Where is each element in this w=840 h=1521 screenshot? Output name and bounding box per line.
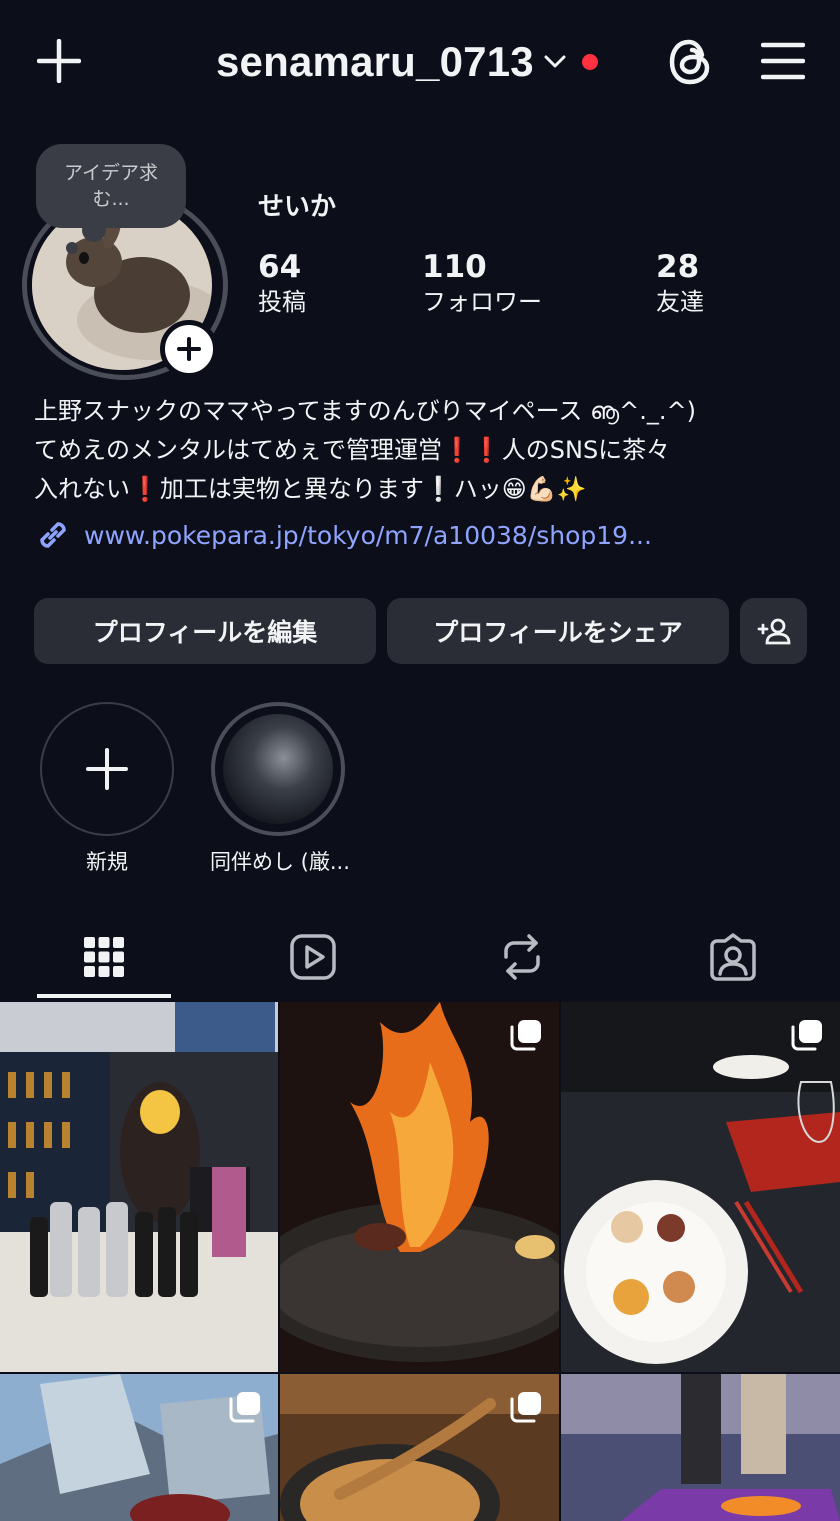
- highlight-dinner[interactable]: 同伴めし (厳...: [210, 702, 350, 876]
- threads-icon: [669, 39, 710, 85]
- post-tile[interactable]: [561, 1374, 840, 1521]
- carousel-icon: [510, 1020, 541, 1051]
- website-link[interactable]: www.pokepara.jp/tokyo/m7/a10038/shop19..…: [34, 516, 652, 554]
- add-person-icon: [757, 618, 790, 645]
- add-story-button[interactable]: [160, 320, 218, 378]
- followers-count: 110: [422, 249, 487, 285]
- post-tile[interactable]: [0, 1002, 278, 1372]
- post-tile[interactable]: [280, 1374, 559, 1521]
- tab-reposts[interactable]: [455, 918, 589, 996]
- grid-icon: [84, 937, 124, 977]
- plus-icon: [37, 39, 81, 83]
- post-image: [561, 1374, 840, 1521]
- tagged-user-icon: [710, 933, 756, 981]
- highlight-thumbnail: [223, 714, 333, 824]
- highlight-new[interactable]: 新規: [39, 702, 175, 876]
- tab-tagged[interactable]: [666, 918, 800, 996]
- highlight-new-circle: [40, 702, 174, 836]
- post-image: [561, 1002, 840, 1372]
- bio-line: てめえのメンタルはてめぇで管理運営❗️❗️人のSNSに茶々: [34, 436, 671, 464]
- friends-label: 友達: [656, 288, 704, 316]
- repost-icon: [504, 934, 540, 980]
- friends-stat[interactable]: 28 友達: [656, 248, 704, 318]
- share-profile-button[interactable]: プロフィールをシェア: [387, 598, 729, 664]
- create-button[interactable]: [30, 34, 88, 88]
- link-icon: [40, 522, 66, 548]
- posts-stat[interactable]: 64 投稿: [258, 248, 306, 318]
- chevron-down-icon: [544, 55, 566, 68]
- carousel-icon: [229, 1392, 260, 1423]
- reels-icon: [290, 934, 336, 980]
- plus-icon: [177, 337, 201, 361]
- notification-dot: [581, 54, 598, 70]
- bio-line: 入れない❗️加工は実物と異なります❕ハッ😁💪🏻✨: [34, 475, 587, 503]
- plus-icon: [86, 748, 128, 790]
- menu-button[interactable]: [756, 36, 810, 86]
- followers-label: フォロワー: [422, 288, 542, 316]
- edit-profile-button[interactable]: プロフィールを編集: [34, 598, 376, 664]
- username: senamaru_0713: [216, 38, 534, 85]
- highlight-dinner-circle: [211, 702, 345, 836]
- bio-line: 上野スナックのママやってますのんびりマイペース ൡ^._.^): [34, 397, 696, 425]
- account-switcher[interactable]: senamaru_0713: [216, 34, 598, 90]
- threads-button[interactable]: [662, 34, 718, 90]
- bio: 上野スナックのママやってますのんびりマイペース ൡ^._.^) てめえのメンタル…: [34, 392, 814, 509]
- top-bar: senamaru_0713: [0, 0, 840, 120]
- carousel-icon: [791, 1020, 822, 1051]
- display-name: せいか: [258, 192, 337, 222]
- posts-count: 64: [258, 249, 302, 285]
- posts-label: 投稿: [258, 288, 306, 316]
- active-tab-indicator: [37, 994, 171, 998]
- tab-reels[interactable]: [246, 918, 380, 996]
- tab-posts-grid[interactable]: [37, 918, 171, 996]
- menu-icon: [761, 42, 805, 80]
- post-tile[interactable]: [280, 1002, 559, 1372]
- discover-people-button[interactable]: [740, 598, 807, 664]
- friends-count: 28: [656, 249, 700, 285]
- post-image: [280, 1002, 559, 1372]
- followers-stat[interactable]: 110 フォロワー: [422, 248, 542, 318]
- highlight-label: 同伴めし (厳...: [210, 850, 350, 874]
- post-tile[interactable]: [561, 1002, 840, 1372]
- post-tile[interactable]: [0, 1374, 278, 1521]
- carousel-icon: [510, 1392, 541, 1423]
- highlight-label: 新規: [86, 850, 128, 874]
- note-bubble[interactable]: アイデア求む...: [36, 144, 186, 254]
- post-image: [0, 1002, 278, 1372]
- website-link-text: www.pokepara.jp/tokyo/m7/a10038/shop19..…: [84, 520, 652, 550]
